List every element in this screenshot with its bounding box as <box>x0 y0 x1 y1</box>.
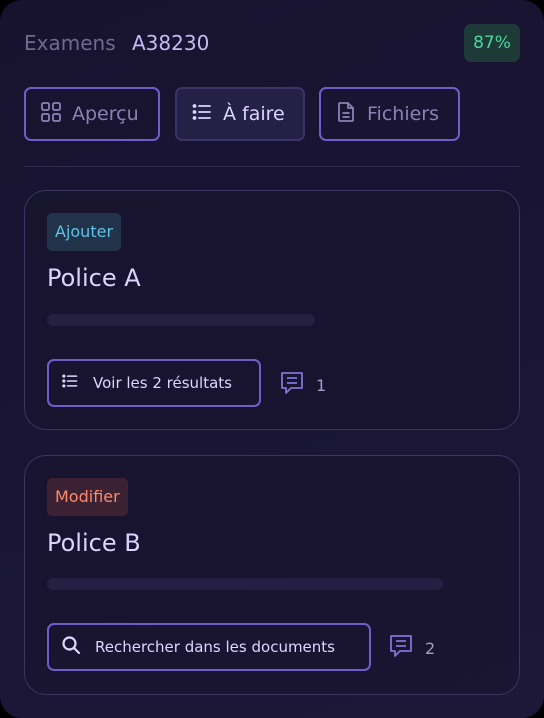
placeholder-bar <box>47 314 315 326</box>
tab-a-faire[interactable]: À faire <box>175 87 305 141</box>
comment-icon <box>387 632 425 664</box>
section-label: Examens <box>24 31 116 55</box>
task-card: Modifier Police B Rechercher dans les do… <box>24 455 520 695</box>
view-results-button[interactable]: Voir les 2 résultats <box>47 359 261 407</box>
panel-header: Examens A38230 87% <box>24 24 520 62</box>
status-tag-modify: Modifier <box>47 478 128 516</box>
exam-id: A38230 <box>132 31 210 55</box>
tab-apercu-label: Aperçu <box>72 103 139 125</box>
comment-icon <box>278 369 316 401</box>
card-title: Police A <box>47 264 141 292</box>
status-tag-add: Ajouter <box>47 213 122 251</box>
view-results-label: Voir les 2 résultats <box>93 374 232 392</box>
comment-count: 2 <box>425 638 436 658</box>
comments-indicator[interactable]: 2 <box>387 632 435 664</box>
search-documents-button[interactable]: Rechercher dans les documents <box>47 623 371 671</box>
placeholder-bar <box>47 578 443 590</box>
tab-apercu[interactable]: Aperçu <box>24 87 160 141</box>
exam-panel: Examens A38230 87% Aperçu À faire Fichie… <box>0 0 544 718</box>
divider <box>24 166 520 167</box>
tab-fichiers[interactable]: Fichiers <box>319 87 460 141</box>
progress-badge: 87% <box>464 24 520 62</box>
search-icon <box>61 635 95 659</box>
comment-count: 1 <box>316 375 327 395</box>
tab-fichiers-label: Fichiers <box>367 103 439 125</box>
document-icon <box>335 101 367 128</box>
list-icon <box>61 372 93 394</box>
tab-a-faire-label: À faire <box>223 103 285 125</box>
search-documents-label: Rechercher dans les documents <box>95 638 335 656</box>
comments-indicator[interactable]: 1 <box>278 369 326 401</box>
grid-icon <box>40 101 72 128</box>
list-icon <box>191 101 223 128</box>
task-card: Ajouter Police A Voir les 2 résultats 1 <box>24 190 520 430</box>
card-title: Police B <box>47 529 141 557</box>
